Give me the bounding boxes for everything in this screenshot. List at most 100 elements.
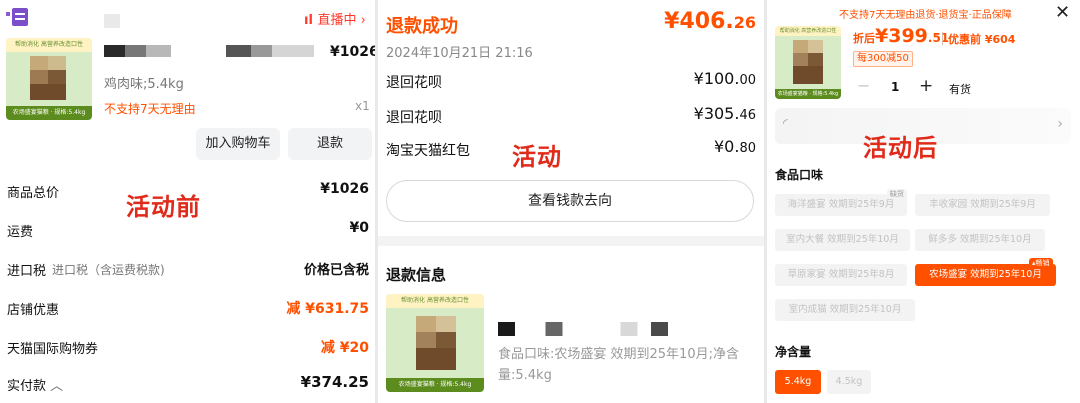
sku-selector-panel-after: 不支持7天无理由退货·退货宝·正品保障 ✕ 帮助消化 高营养改造口性 农场盛宴猫…: [767, 0, 1080, 403]
row-value-shop-discount: 减 ¥631.75: [286, 298, 369, 318]
row-label-total: 商品总价: [7, 186, 60, 201]
refund-total-int: ¥406.: [664, 9, 734, 34]
refund-product-desc: 食品口味:农场盛宴 效期到25年10月;净含量:5.4kg: [498, 347, 739, 383]
refund-info-title: 退款信息: [386, 266, 447, 284]
add-to-cart-button[interactable]: 加入购物车: [196, 128, 280, 160]
chevron-right-icon: ›: [1057, 116, 1063, 132]
flavor-option[interactable]: 室内成猫 效期到25年10月: [775, 299, 915, 321]
coupon-amount: ¥20: [339, 340, 369, 356]
refund-line-int: ¥305.: [693, 104, 740, 123]
section-gap: [378, 236, 764, 246]
no-return-notice: 不支持7天无理由: [104, 102, 196, 116]
refund-line-label: 退回花呗: [386, 110, 442, 126]
product-unit-price: ¥1026: [330, 44, 375, 60]
chevron-up-icon: ︿: [50, 379, 64, 394]
qty-plus-button[interactable]: +: [919, 76, 933, 96]
thumbnail-footer: 农场盛宴猫粮 · 规格:5.4kg: [775, 89, 841, 99]
paid-label: 实付款: [7, 379, 47, 394]
flavor-option-label: 海洋盛宴 效期到25年9月: [787, 199, 895, 210]
original-price: 优惠前 ¥604: [948, 33, 1016, 46]
refund-line-int: ¥0.: [714, 137, 740, 156]
qty-value[interactable]: 1: [891, 80, 899, 94]
thumbnail-banner: 帮助消化 高营养改造口性: [386, 294, 484, 308]
row-label-coupon: 天猫国际购物券: [7, 342, 99, 357]
view-money-flow-button[interactable]: 查看钱款去向: [386, 180, 754, 222]
refund-product-thumbnail[interactable]: 帮助消化 高营养改造口性 农场盛宴猫粮 · 规格:5.4kg: [386, 294, 484, 392]
row-sublabel-import-tax: 进口税（含运费税款): [52, 263, 165, 277]
row-value-shipping: ¥0: [349, 220, 369, 236]
service-notice: 不支持7天无理由退货·退货宝·正品保障: [839, 10, 1012, 21]
flavor-option[interactable]: 草原家宴 效期到25年8月: [775, 264, 907, 286]
refund-detail-panel: 退款成功 ¥406.26 2024年10月21日 21:16 退回花呗 ¥100…: [378, 0, 764, 403]
refund-line-label: 淘宝天猫红包: [386, 143, 470, 159]
row-label-shop-discount: 店铺优惠: [7, 303, 60, 318]
product-variant: 鸡肉味;5.4kg: [104, 77, 184, 92]
refund-line-value: ¥305.46: [694, 104, 756, 123]
flavor-option-label: 室内大餐 效期到25年10月: [786, 234, 899, 245]
row-label-import-tax: 进口税: [7, 264, 47, 279]
discount-prefix: 减: [286, 301, 301, 317]
flavor-option[interactable]: 室内大餐 效期到25年10月: [775, 229, 910, 251]
order-detail-panel-before: ıl 直播中 › 帮助消化 高营养改造口性 农场盛宴猫粮 · 规格:5.4kg …: [0, 0, 375, 403]
refund-product-title-redacted: [498, 322, 668, 336]
refund-line-dec: 00: [739, 73, 756, 88]
thumbnail-footer: 农场盛宴猫粮 · 规格:5.4kg: [386, 378, 484, 392]
refund-line-value: ¥100.00: [694, 69, 756, 88]
live-bars-icon: ıl: [304, 13, 318, 28]
comparison-screenshot: ıl 直播中 › 帮助消化 高营养改造口性 农场盛宴猫粮 · 规格:5.4kg …: [0, 0, 1080, 403]
weight-option-selected[interactable]: 5.4kg: [775, 370, 821, 394]
refund-total-amount: ¥406.26: [664, 9, 756, 34]
flavor-option-label: 丰收家园 效期到25年9月: [929, 199, 1036, 210]
qty-minus-button[interactable]: −: [857, 76, 870, 95]
location-icon: ◜: [783, 116, 788, 130]
refund-line-value: ¥0.80: [714, 137, 756, 156]
thumbnail-banner: 帮助消化 高营养改造口性: [775, 26, 841, 36]
row-value-coupon: 减 ¥20: [321, 337, 369, 357]
flavor-option-label: 室内成猫 效期到25年10月: [788, 304, 902, 315]
coupon-tag: 每300减50: [853, 51, 913, 67]
shop-name-redacted: [104, 14, 120, 28]
flavor-option[interactable]: 鲜多多 效期到25年10月: [915, 229, 1045, 251]
thumbnail-banner: 帮助消化 高营养改造口性: [6, 38, 92, 52]
discount-price-dec: .51: [927, 31, 950, 45]
flavor-section-title: 食品口味: [775, 168, 824, 182]
refund-button[interactable]: 退款: [288, 128, 372, 160]
overlay-caption-after: 活动后: [863, 134, 938, 162]
refund-line-dec: 46: [739, 108, 756, 123]
refund-total-dec: 26: [733, 13, 756, 32]
flavor-option-label: 草原家宴 效期到25年8月: [787, 269, 895, 280]
net-weight-title: 净含量: [775, 345, 812, 359]
refund-date: 2024年10月21日 21:16: [386, 46, 533, 61]
flavor-option-label: 鲜多多 效期到25年10月: [928, 234, 1032, 245]
flavor-option-label: 农场盛宴 效期到25年10月: [929, 269, 1042, 280]
refund-line-dec: 80: [739, 141, 756, 156]
row-value-import-tax: 价格已含税: [303, 263, 369, 278]
live-label: 直播中: [317, 13, 357, 28]
shop-logo-icon: [6, 8, 30, 28]
product-thumbnail[interactable]: 帮助消化 高营养改造口性 农场盛宴猫粮 · 规格:5.4kg: [6, 38, 92, 120]
out-of-stock-badge: 缺货: [887, 189, 907, 199]
overlay-caption-before: 活动前: [126, 193, 201, 221]
discount-price-int: ¥399: [875, 25, 928, 47]
thumbnail-footer: 农场盛宴猫粮 · 规格:5.4kg: [6, 106, 92, 120]
discount-price-prefix: 折后: [853, 32, 875, 45]
close-icon[interactable]: ✕: [1055, 2, 1070, 23]
row-value-total: ¥1026: [320, 181, 369, 197]
discount-price: 折后¥399.51: [853, 25, 949, 47]
chevron-right-icon: ›: [356, 13, 366, 28]
quantity: x1: [355, 99, 370, 113]
hot-seller-badge: ▴畅销: [1029, 258, 1053, 268]
overlay-caption-refund: 活动: [512, 143, 562, 171]
sku-thumbnail[interactable]: 帮助消化 高营养改造口性 农场盛宴猫粮 · 规格:5.4kg: [775, 26, 841, 99]
live-badge[interactable]: ıl 直播中 ›: [304, 9, 366, 28]
row-label-paid[interactable]: 实付款 ︿: [7, 375, 63, 394]
refund-status-title: 退款成功: [386, 16, 458, 37]
hot-seller-label: 畅销: [1035, 259, 1050, 267]
row-label-shipping: 运费: [7, 225, 34, 240]
price-divider: [942, 32, 943, 45]
flavor-option[interactable]: 丰收家园 效期到25年9月: [915, 194, 1050, 216]
row-value-paid: ¥374.25: [300, 373, 369, 391]
shop-discount-amount: ¥631.75: [305, 301, 369, 317]
weight-option[interactable]: 4.5kg: [827, 370, 871, 394]
discount-prefix: 减: [320, 340, 335, 356]
